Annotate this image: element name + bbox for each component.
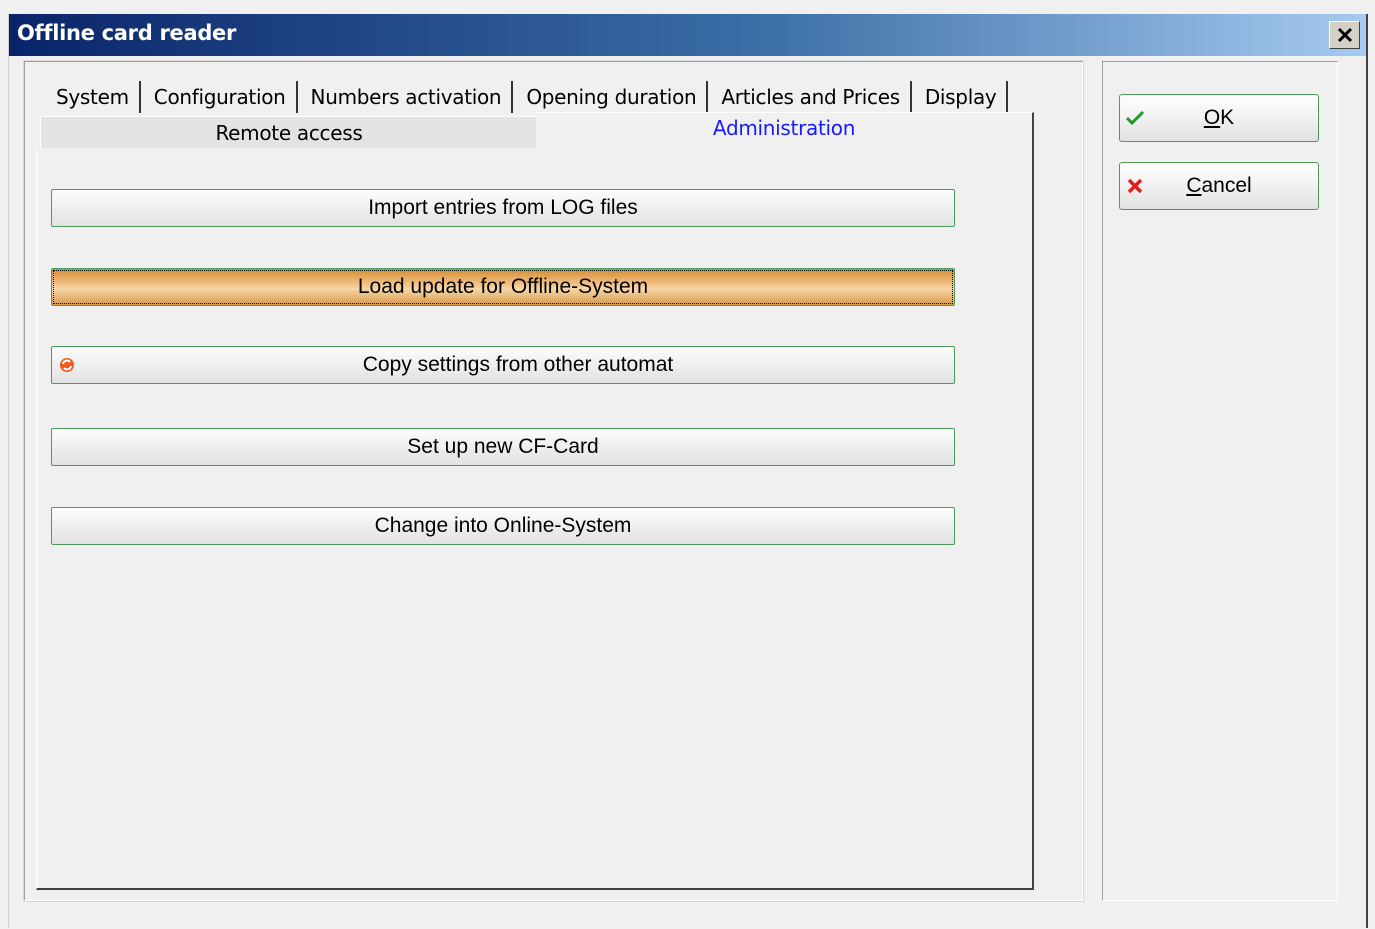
tab-row-bottom: Remote access Administration xyxy=(40,112,1034,150)
tab-configuration[interactable]: Configuration xyxy=(141,81,298,113)
tab-remote-access[interactable]: Remote access xyxy=(40,116,537,149)
setup-cf-card-label: Set up new CF-Card xyxy=(407,435,599,458)
tab-display[interactable]: Display xyxy=(912,81,1009,113)
copy-settings-label: Copy settings from other automat xyxy=(362,353,674,376)
change-online-label: Change into Online-System xyxy=(374,514,632,537)
tab-row-top: System Configuration Numbers activation … xyxy=(40,80,1032,114)
tab-opening-duration[interactable]: Opening duration xyxy=(513,81,709,113)
cancel-mnemonic: C xyxy=(1186,174,1202,197)
load-update-button[interactable]: Load update for Offline-System xyxy=(51,268,955,306)
copy-settings-button[interactable]: Copy settings from other automat xyxy=(51,346,955,384)
title-bar: Offline card reader xyxy=(9,14,1366,56)
window-title: Offline card reader xyxy=(17,21,237,45)
change-online-button[interactable]: Change into Online-System xyxy=(51,507,955,545)
load-update-label: Load update for Offline-System xyxy=(357,275,649,298)
tab-administration[interactable]: Administration xyxy=(536,112,1034,150)
cancel-button[interactable]: Cancel xyxy=(1119,162,1319,210)
import-log-button[interactable]: Import entries from LOG files xyxy=(51,189,955,227)
tab-articles-and-prices[interactable]: Articles and Prices xyxy=(708,81,912,113)
red-x-icon xyxy=(1127,178,1143,194)
close-button[interactable] xyxy=(1329,21,1360,49)
ok-mnemonic: O xyxy=(1203,106,1221,129)
checkmark-icon xyxy=(1125,110,1145,126)
ok-label: OK xyxy=(1204,106,1234,129)
import-log-label: Import entries from LOG files xyxy=(368,196,638,219)
ok-button[interactable]: OK xyxy=(1119,94,1319,142)
ok-label-rest: K xyxy=(1220,106,1235,129)
setup-cf-card-button[interactable]: Set up new CF-Card xyxy=(51,428,955,466)
cancel-label-rest: ancel xyxy=(1201,174,1252,197)
orange-arrows-icon xyxy=(60,358,74,372)
cancel-label: Cancel xyxy=(1186,174,1251,197)
close-icon xyxy=(1337,27,1352,43)
tab-numbers-activation[interactable]: Numbers activation xyxy=(298,81,514,113)
tab-system[interactable]: System xyxy=(40,81,141,113)
